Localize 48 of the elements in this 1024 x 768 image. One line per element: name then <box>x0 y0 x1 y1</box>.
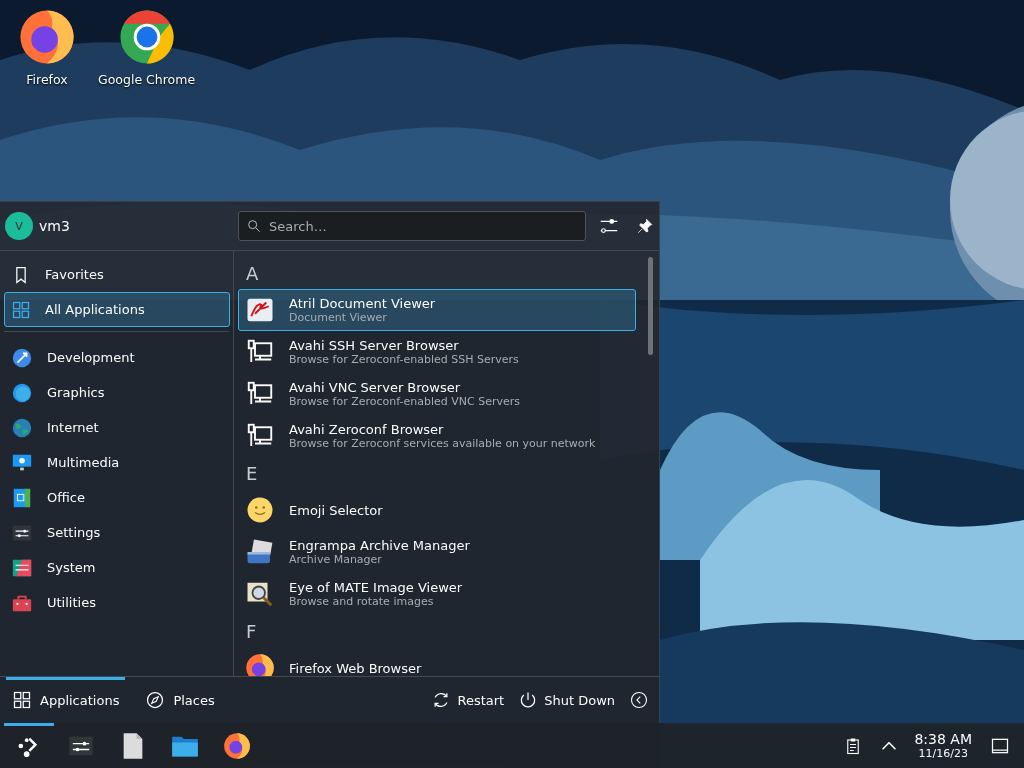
app-item[interactable]: Avahi SSH Server Browser Browse for Zeroconf-enabled SSH Servers <box>238 331 636 373</box>
category-item[interactable]: Multimedia <box>4 445 230 480</box>
search-field[interactable]: Search… <box>238 211 586 241</box>
firefox-icon <box>245 653 275 676</box>
category-item[interactable]: Settings <box>4 515 230 550</box>
user-avatar[interactable]: V <box>5 212 33 240</box>
sidebar-item[interactable]: Favorites <box>4 257 230 292</box>
category-item[interactable]: Office <box>4 480 230 515</box>
user-name: vm3 <box>39 218 70 234</box>
desktop-shortcut[interactable]: Firefox <box>14 8 80 87</box>
menu-tab[interactable]: Applications <box>6 677 126 723</box>
category-item[interactable]: Development <box>4 340 230 375</box>
app-item[interactable]: Avahi Zeroconf Browser Browse for Zeroconf services available on your network <box>238 415 636 457</box>
category-item[interactable]: Internet <box>4 410 230 445</box>
compass-icon <box>145 690 166 710</box>
chrome-icon <box>117 8 176 66</box>
chevron-up-icon <box>882 741 897 750</box>
desktop-shortcut[interactable]: Google Chrome <box>94 8 200 87</box>
app-item[interactable]: Atril Document Viewer Document Viewer <box>238 289 636 331</box>
app-item[interactable]: Eye of MATE Image Viewer Browse and rotate images <box>238 573 636 615</box>
scrollbar[interactable] <box>648 257 653 355</box>
back-icon <box>629 690 649 710</box>
pin-icon <box>636 217 654 235</box>
menu-tab[interactable]: Places <box>139 677 221 723</box>
category-item[interactable]: System <box>4 550 230 585</box>
app-item[interactable]: Avahi VNC Server Browser Browse for Zeroconf-enabled VNC Servers <box>238 373 636 415</box>
app-item[interactable]: Engrampa Archive Manager Archive Manager <box>238 531 636 573</box>
globe-icon <box>11 416 33 439</box>
smiley-icon <box>245 495 275 525</box>
category-item[interactable]: Graphics <box>4 375 230 410</box>
clock[interactable]: 8:38 AM 11/16/23 <box>906 731 980 760</box>
power-action-button[interactable]: Shut Down <box>514 686 619 714</box>
wrench-icon <box>11 346 33 369</box>
category-item[interactable]: Utilities <box>4 585 230 620</box>
sidebar-item[interactable]: All Applications <box>4 292 230 327</box>
grid-icon <box>11 299 31 320</box>
firefox-icon <box>18 8 76 66</box>
section-letter: A <box>246 263 259 284</box>
app-item[interactable]: Firefox Web Browser <box>238 647 636 676</box>
search-icon <box>246 218 262 234</box>
app-item[interactable]: Emoji Selector <box>238 489 636 531</box>
section-letter: F <box>246 621 257 642</box>
grid-icon <box>12 690 32 710</box>
section-letter: E <box>246 463 258 484</box>
office-icon <box>11 486 33 509</box>
sphere-icon <box>11 381 33 404</box>
power-action-button[interactable]: Restart <box>427 686 509 714</box>
firefox-icon <box>223 731 251 760</box>
